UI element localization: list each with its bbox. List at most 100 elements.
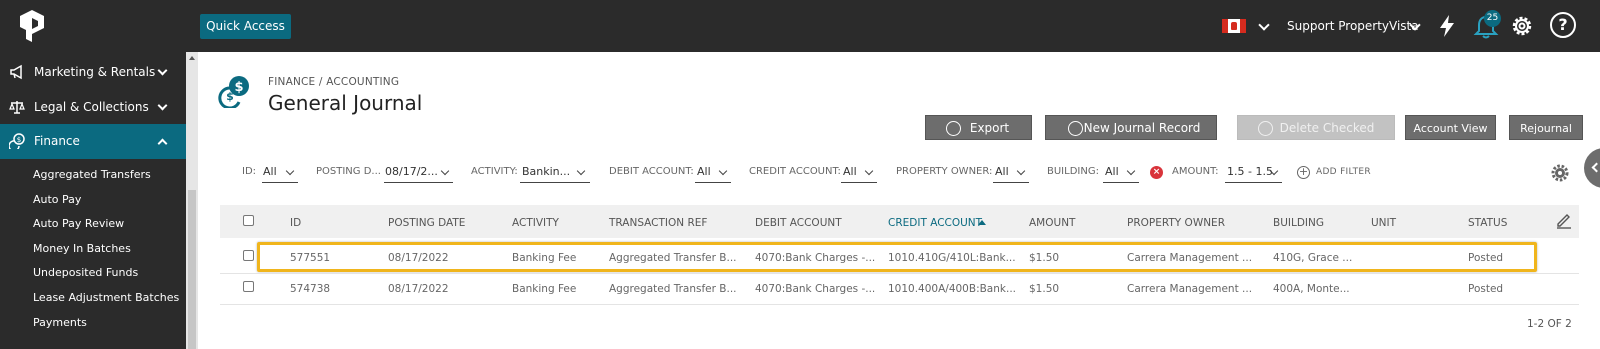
chevron-down-icon[interactable] xyxy=(440,166,450,176)
row-checkbox[interactable] xyxy=(243,281,254,292)
cell-property-owner: Carrera Management ... xyxy=(1127,283,1253,295)
breadcrumb[interactable]: FINANCE / ACCOUNTING xyxy=(268,76,399,88)
sidebar-subitem-aggregated-transfers[interactable]: Aggregated Transfers xyxy=(33,168,151,181)
cell-debit-account: 4070:Bank Charges -... xyxy=(755,283,876,295)
filter-property-owner-value[interactable]: All xyxy=(995,165,1009,178)
sidebar-subitem-auto-pay[interactable]: Auto Pay xyxy=(33,193,81,206)
edit-columns-icon[interactable] xyxy=(1555,211,1573,229)
column-id[interactable]: ID xyxy=(290,217,301,229)
sidebar-item-finance[interactable]: $ Finance xyxy=(0,124,186,159)
filter-posting-date-value[interactable]: 08/17/2... xyxy=(385,165,438,178)
cell-id[interactable]: 574738 xyxy=(290,283,330,295)
cell-status: Posted xyxy=(1468,283,1504,295)
column-activity[interactable]: ACTIVITY xyxy=(512,217,559,229)
column-amount[interactable]: AMOUNT xyxy=(1029,217,1075,229)
chevron-down-icon[interactable] xyxy=(1258,19,1270,31)
cell-activity: Banking Fee xyxy=(512,283,577,295)
filter-underline xyxy=(520,182,590,183)
filter-id-value[interactable]: All xyxy=(263,165,277,178)
delete-checked-button[interactable]: Delete Checked xyxy=(1237,115,1395,140)
filter-activity-value[interactable]: Bankin... xyxy=(522,165,570,178)
filter-posting-date-label: POSTING D... xyxy=(316,166,381,177)
column-posting-date[interactable]: POSTING DATE xyxy=(388,217,465,229)
propertyvista-logo-icon[interactable] xyxy=(18,8,46,42)
sidebar-subitem-lease-adjustment-batches[interactable]: Lease Adjustment Batches xyxy=(33,291,179,304)
sidebar-item-label: Legal & Collections xyxy=(34,100,149,114)
remove-filter-icon[interactable]: × xyxy=(1150,166,1163,179)
chevron-down-icon[interactable] xyxy=(864,166,874,176)
add-filter-icon[interactable]: + xyxy=(1297,166,1310,179)
quick-access-button[interactable]: Quick Access xyxy=(200,14,291,39)
user-menu[interactable]: Support PropertyVista xyxy=(1287,19,1419,33)
column-property-owner[interactable]: PROPERTY OWNER xyxy=(1127,217,1225,229)
scroll-up-arrow-icon[interactable] xyxy=(189,56,195,60)
cell-posting-date: 08/17/2022 xyxy=(388,283,449,295)
row-divider xyxy=(220,273,1579,274)
export-button[interactable]: Export xyxy=(925,115,1032,140)
filter-id-label: ID: xyxy=(242,166,257,177)
add-filter-button[interactable]: ADD FILTER xyxy=(1316,167,1371,177)
filter-debit-account-label: DEBIT ACCOUNT: xyxy=(609,166,694,177)
top-bar: Quick Access Support PropertyVista 25 ? xyxy=(0,0,1600,52)
filter-debit-account-value[interactable]: All xyxy=(697,165,711,178)
sidebar-subitem-undeposited-funds[interactable]: Undeposited Funds xyxy=(33,266,138,279)
sidebar-item-label: Finance xyxy=(34,134,80,148)
filter-amount-label: AMOUNT: xyxy=(1172,166,1219,177)
sidebar-subitem-payments[interactable]: Payments xyxy=(33,316,87,329)
column-credit-account[interactable]: CREDIT ACCOUNT xyxy=(888,217,982,229)
pagination-info: 1-2 OF 2 xyxy=(1527,318,1572,330)
column-transaction-ref[interactable]: TRANSACTION REF xyxy=(609,217,707,229)
new-journal-record-button[interactable]: New Journal Record xyxy=(1045,115,1217,140)
filter-credit-account-value[interactable]: All xyxy=(843,165,857,178)
chevron-down-icon[interactable] xyxy=(1016,166,1026,176)
filter-underline xyxy=(993,182,1029,183)
plus-icon xyxy=(1068,121,1083,136)
chevron-down-icon[interactable] xyxy=(718,166,728,176)
row-checkbox[interactable] xyxy=(243,250,254,261)
chevron-left-icon xyxy=(1591,162,1600,173)
rejournal-button[interactable]: Rejournal xyxy=(1509,115,1583,140)
lightning-icon[interactable] xyxy=(1436,14,1458,38)
column-unit[interactable]: UNIT xyxy=(1371,217,1396,229)
chevron-down-icon[interactable] xyxy=(285,166,295,176)
filter-amount-value[interactable]: 1.5 - 1.5 xyxy=(1227,165,1273,178)
sidebar-subitem-auto-pay-review[interactable]: Auto Pay Review xyxy=(33,217,124,230)
notification-badge: 25 xyxy=(1484,10,1501,27)
column-status[interactable]: STATUS xyxy=(1468,217,1507,229)
help-icon[interactable]: ? xyxy=(1550,12,1576,38)
chevron-down-icon xyxy=(157,65,168,76)
row-highlight xyxy=(257,242,1537,272)
filter-credit-account-label: CREDIT ACCOUNT: xyxy=(749,166,841,177)
chevron-up-icon xyxy=(157,138,168,149)
cell-amount: $1.50 xyxy=(1029,283,1060,295)
sidebar-item-legal-collections[interactable]: Legal & Collections xyxy=(0,90,186,125)
filter-underline xyxy=(1225,182,1282,183)
cell-credit-account: 1010.400A/400B:Bank... xyxy=(888,283,1016,295)
gear-icon[interactable] xyxy=(1550,163,1570,183)
filter-building-value[interactable]: All xyxy=(1105,165,1119,178)
filter-underline xyxy=(384,182,453,183)
sort-ascending-icon[interactable] xyxy=(978,220,986,225)
megaphone-icon xyxy=(10,64,22,80)
chevron-down-icon[interactable] xyxy=(1126,166,1136,176)
column-debit-account[interactable]: DEBIT ACCOUNT xyxy=(755,217,842,229)
svg-text:$: $ xyxy=(226,90,234,103)
row-divider xyxy=(220,304,1579,305)
column-building[interactable]: BUILDING xyxy=(1273,217,1324,229)
filter-underline xyxy=(262,182,298,183)
sidebar-item-label: Marketing & Rentals xyxy=(34,65,156,79)
select-all-checkbox[interactable] xyxy=(243,215,254,226)
chevron-down-icon[interactable] xyxy=(576,166,586,176)
scales-icon xyxy=(9,101,25,114)
canada-flag-icon[interactable] xyxy=(1222,19,1246,33)
sidebar-scrollbar-thumb[interactable] xyxy=(188,190,196,349)
gear-icon[interactable] xyxy=(1508,12,1536,40)
chevron-down-icon xyxy=(157,100,168,111)
account-view-button[interactable]: Account View xyxy=(1405,115,1496,140)
side-panel-toggle[interactable] xyxy=(1584,148,1600,188)
sidebar-subitem-money-in-batches[interactable]: Money In Batches xyxy=(33,242,131,255)
filter-building-label: BUILDING: xyxy=(1047,166,1099,177)
sidebar-item-marketing-rentals[interactable]: Marketing & Rentals xyxy=(0,55,186,90)
filter-property-owner-label: PROPERTY OWNER: xyxy=(896,166,993,177)
close-icon xyxy=(1258,121,1273,136)
